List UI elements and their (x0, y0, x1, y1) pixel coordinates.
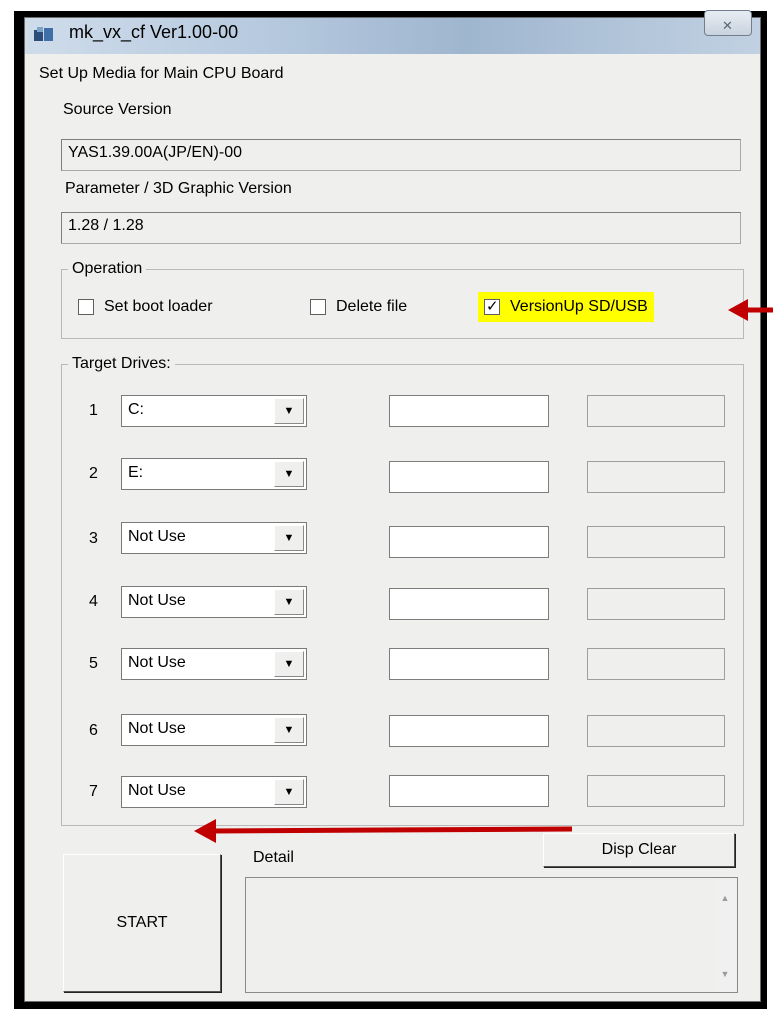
drive-select[interactable]: Not Use ▼ (121, 586, 307, 618)
operation-legend: Operation (68, 260, 147, 278)
set-boot-loader-label: Set boot loader (104, 298, 213, 315)
drive-status-field (587, 526, 725, 558)
drive-info-field[interactable] (389, 395, 549, 427)
set-boot-loader-checkbox[interactable] (78, 299, 94, 315)
drive-select-value: E: (128, 464, 144, 481)
delete-file-label: Delete file (336, 298, 408, 315)
param-version-label: Parameter / 3D Graphic Version (65, 180, 292, 197)
drive-status-field (587, 648, 725, 680)
drive-select[interactable]: C: ▼ (121, 395, 307, 427)
drive-select[interactable]: Not Use ▼ (121, 714, 307, 746)
drive-number: 2 (89, 465, 98, 482)
page-heading: Set Up Media for Main CPU Board (39, 65, 284, 82)
drive-status-field (587, 775, 725, 807)
drive-status-field (587, 715, 725, 747)
drive-select-value: C: (128, 401, 144, 418)
window-title: mk_vx_cf Ver1.00-00 (69, 22, 239, 42)
drive-select-value: Not Use (128, 592, 186, 609)
drive-info-field[interactable] (389, 526, 549, 558)
drive-status-field (587, 461, 725, 493)
start-button[interactable]: START (63, 854, 221, 992)
drive-select-value: Not Use (128, 528, 186, 545)
drive-info-field[interactable] (389, 648, 549, 680)
source-version-label: Source Version (63, 101, 172, 118)
title-bar: mk_vx_cf Ver1.00-00 ✕ (25, 10, 760, 54)
drive-status-field (587, 588, 725, 620)
drive-select[interactable]: Not Use ▼ (121, 522, 307, 554)
versionup-sd-usb-label: VersionUp SD/USB (510, 298, 648, 315)
param-version-field: 1.28 / 1.28 (61, 212, 741, 244)
scroll-up-icon[interactable]: ▲ (714, 887, 736, 909)
drive-status-field (587, 395, 725, 427)
dropdown-arrow-icon[interactable]: ▼ (274, 589, 304, 615)
dropdown-arrow-icon[interactable]: ▼ (274, 461, 304, 487)
drive-info-field[interactable] (389, 715, 549, 747)
close-button[interactable]: ✕ (704, 10, 752, 36)
versionup-sd-usb-checkbox[interactable] (484, 297, 500, 315)
detail-label: Detail (253, 849, 294, 866)
drive-select[interactable]: Not Use ▼ (121, 776, 307, 808)
drive-number: 5 (89, 655, 98, 672)
drive-select-value: Not Use (128, 720, 186, 737)
drive-number: 6 (89, 722, 98, 739)
dropdown-arrow-icon[interactable]: ▼ (274, 398, 304, 424)
drive-select-value: Not Use (128, 654, 186, 671)
close-icon: ✕ (722, 18, 733, 33)
dropdown-arrow-icon[interactable]: ▼ (274, 779, 304, 805)
drive-number: 4 (89, 593, 98, 610)
drive-info-field[interactable] (389, 461, 549, 493)
drive-select[interactable]: E: ▼ (121, 458, 307, 490)
dropdown-arrow-icon[interactable]: ▼ (274, 717, 304, 743)
set-boot-loader-option[interactable]: Set boot loader (78, 298, 213, 316)
source-version-field: YAS1.39.00A(JP/EN)-00 (61, 139, 741, 171)
dropdown-arrow-icon[interactable]: ▼ (274, 651, 304, 677)
detail-scrollbar[interactable]: ▲ ▼ (714, 879, 736, 991)
detail-box: ▲ ▼ (245, 877, 738, 993)
scroll-down-icon[interactable]: ▼ (714, 963, 736, 985)
drive-number: 1 (89, 402, 98, 419)
versionup-sd-usb-option[interactable]: VersionUp SD/USB (478, 292, 654, 322)
app-icon (34, 27, 53, 41)
drive-select-value: Not Use (128, 782, 186, 799)
drive-info-field[interactable] (389, 775, 549, 807)
drive-number: 7 (89, 783, 98, 800)
target-drives-legend: Target Drives: (68, 355, 175, 373)
drive-info-field[interactable] (389, 588, 549, 620)
delete-file-option[interactable]: Delete file (310, 298, 407, 316)
drive-number: 3 (89, 530, 98, 547)
dropdown-arrow-icon[interactable]: ▼ (274, 525, 304, 551)
delete-file-checkbox[interactable] (310, 299, 326, 315)
operation-group: Operation Set boot loader Delete file Ve… (61, 260, 744, 339)
app-window: mk_vx_cf Ver1.00-00 ✕ Set Up Media for M… (24, 10, 761, 1002)
disp-clear-button[interactable]: Disp Clear (543, 833, 735, 867)
drive-select[interactable]: Not Use ▼ (121, 648, 307, 680)
